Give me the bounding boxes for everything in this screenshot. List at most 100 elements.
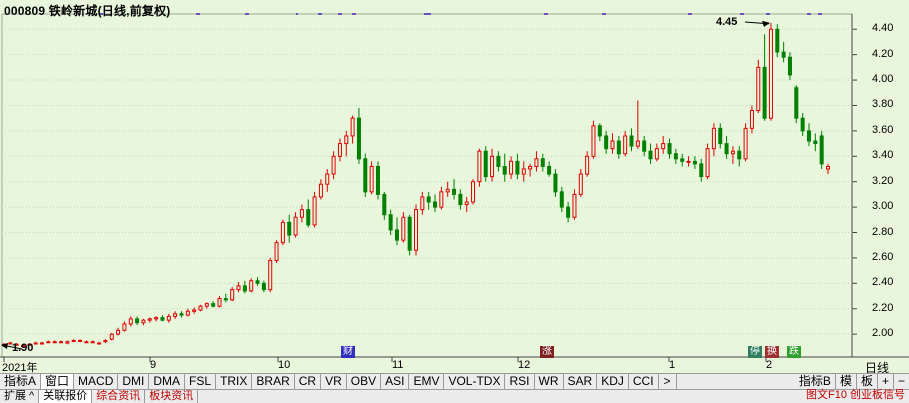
zoom-in-button[interactable]: + xyxy=(878,374,894,389)
tab-rsi[interactable]: RSI xyxy=(505,374,535,389)
tab-obv[interactable]: OBV xyxy=(347,374,382,389)
candle-body xyxy=(705,148,710,178)
event-dot xyxy=(820,13,822,15)
event-dot xyxy=(320,13,322,15)
candle-body xyxy=(185,310,190,316)
low-price-label: 1.90 xyxy=(12,342,34,354)
candle-body xyxy=(471,181,476,203)
candle-body xyxy=(382,193,387,216)
event-marker-finance[interactable]: 财 xyxy=(341,346,355,358)
candle-body xyxy=(204,303,209,307)
tab-bar-spacer xyxy=(677,374,795,389)
tab-cr[interactable]: CR xyxy=(295,374,322,389)
event-marker-change[interactable]: 换 xyxy=(765,346,779,358)
tab-wr[interactable]: WR xyxy=(535,374,564,389)
y-tick-label: 2.20 xyxy=(872,301,894,314)
candle-body xyxy=(559,191,564,208)
candle-body xyxy=(420,196,425,211)
candle-body xyxy=(743,127,748,160)
tab-kdj[interactable]: KDJ xyxy=(597,374,629,389)
event-dot xyxy=(604,13,606,15)
candle-body xyxy=(806,130,811,142)
candle-body xyxy=(268,259,273,291)
candle-body xyxy=(293,216,298,236)
tab-related-quotes[interactable]: 关联报价 xyxy=(39,390,93,403)
candle-body xyxy=(312,196,317,226)
event-marker-halt[interactable]: 停 xyxy=(748,346,762,358)
candle-body xyxy=(274,242,279,261)
candle-body xyxy=(642,140,647,152)
tab-emv[interactable]: EMV xyxy=(409,374,445,389)
x-tick-label: 2 xyxy=(766,359,773,371)
y-tick-label: 4.40 xyxy=(872,22,894,35)
x-tick-label: 12 xyxy=(518,359,531,371)
bottom-tab-bar: 扩展 ^ 关联报价 综合资讯 板块资讯 xyxy=(0,389,909,403)
candle-body xyxy=(794,87,799,119)
candle-body xyxy=(515,160,520,175)
tab-indicator-a[interactable]: 指标A xyxy=(0,374,42,389)
candlestick-chart[interactable] xyxy=(0,0,909,372)
event-marker-fall[interactable]: 跌 xyxy=(787,346,801,358)
event-dot xyxy=(429,13,431,15)
candle-body xyxy=(426,196,431,203)
candle-body xyxy=(826,165,830,170)
event-dot xyxy=(296,13,298,15)
tab-indicator-b[interactable]: 指标B xyxy=(795,374,836,389)
tab-fsl[interactable]: FSL xyxy=(185,374,217,389)
tab-asi[interactable]: ASI xyxy=(381,374,410,389)
event-dot xyxy=(198,13,200,15)
candle-body xyxy=(230,289,235,301)
candle-body xyxy=(318,183,323,198)
tab-trix[interactable]: TRIX xyxy=(216,374,253,389)
candle-body xyxy=(768,28,773,119)
candle-body xyxy=(33,342,38,345)
tab-vr[interactable]: VR xyxy=(321,374,347,389)
tab-general-news[interactable]: 综合资讯 xyxy=(92,390,146,403)
candle-body xyxy=(775,28,780,53)
tab-cci[interactable]: CCI xyxy=(629,374,659,389)
candle-body xyxy=(610,140,615,150)
candle-body xyxy=(490,155,495,178)
candle-body xyxy=(414,209,418,251)
candle-body xyxy=(483,150,488,178)
event-marker-rise[interactable]: 涨 xyxy=(540,346,554,358)
candle-body xyxy=(344,135,349,145)
tab-sar[interactable]: SAR xyxy=(564,374,598,389)
candle-body xyxy=(648,150,653,160)
candle-body xyxy=(147,318,152,321)
candle-body xyxy=(109,333,114,340)
tab-brar[interactable]: BRAR xyxy=(252,374,295,389)
candle-body xyxy=(78,339,83,342)
candle-body xyxy=(749,110,754,129)
candle-body xyxy=(388,214,393,231)
candle-body xyxy=(103,339,108,343)
candle-body xyxy=(667,143,672,155)
y-tick-label: 4.00 xyxy=(872,73,894,86)
tab-macd[interactable]: MACD xyxy=(74,374,119,389)
candle-body xyxy=(819,135,824,165)
candle-body xyxy=(135,318,140,324)
candle-body xyxy=(236,285,241,291)
candle-body xyxy=(401,216,406,241)
tab-window[interactable]: 窗口 xyxy=(41,374,75,389)
candle-body xyxy=(445,188,450,193)
candle-body xyxy=(128,318,133,325)
candle-body xyxy=(71,339,76,342)
tab-vol-tdx[interactable]: VOL-TDX xyxy=(444,374,506,389)
candle-body xyxy=(604,135,609,150)
tab-dmi[interactable]: DMI xyxy=(118,374,150,389)
tab-board[interactable]: 板 xyxy=(857,374,878,389)
f10-link[interactable]: 图文F10 创业板信号 xyxy=(806,389,905,402)
tab-template[interactable]: 模 xyxy=(836,374,857,389)
candle-body xyxy=(280,221,285,244)
tab-dma[interactable]: DMA xyxy=(149,374,186,389)
zoom-out-button[interactable]: − xyxy=(894,374,909,389)
y-tick-label: 3.00 xyxy=(872,200,894,213)
tab-more-arrow[interactable]: > xyxy=(659,374,677,389)
candle-body xyxy=(242,285,247,292)
candle-body xyxy=(439,191,444,208)
candle-body xyxy=(673,153,678,160)
tab-sector-news[interactable]: 板块资讯 xyxy=(145,390,199,403)
tab-expand[interactable]: 扩展 ^ xyxy=(0,390,40,403)
candle-body xyxy=(781,51,786,58)
